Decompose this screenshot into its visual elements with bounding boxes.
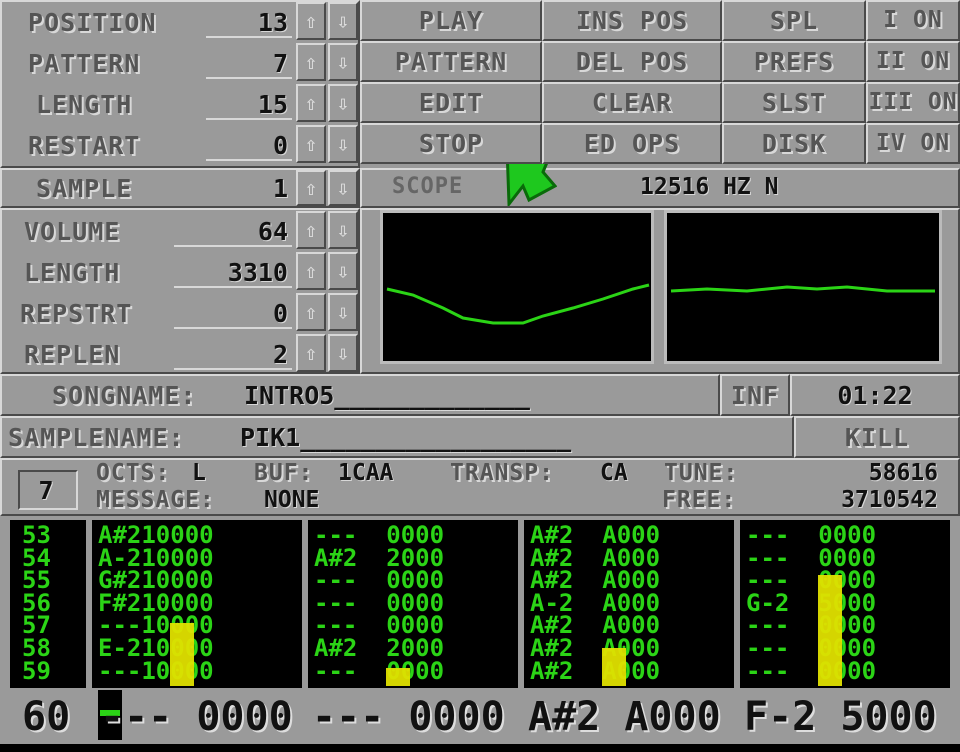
transp-label: TRANSP: (450, 460, 554, 486)
pattern-row-number: 59 (22, 656, 51, 685)
song-row-down-arrow-icon[interactable]: ⇩ (328, 2, 358, 40)
del-pos-button[interactable]: DEL POS (542, 41, 722, 82)
songname-field[interactable]: INTRO5_____________ (244, 383, 530, 408)
current-row-cell[interactable]: --- 0000 (312, 697, 505, 737)
edit-button[interactable]: EDIT (360, 82, 542, 123)
song-row-up-arrow-icon[interactable]: ⇧ (296, 43, 326, 81)
song-row-label-pattern: PATTERN (28, 49, 141, 78)
tune-value: 58616 (868, 460, 938, 486)
samplename-field[interactable]: PIK1__________________ (240, 425, 571, 450)
next-row-strip (0, 744, 960, 752)
octs-value: L (192, 460, 206, 486)
scope-left (380, 210, 654, 364)
play-button[interactable]: PLAY (360, 0, 542, 41)
sample-param-down-arrow-icon[interactable]: ⇩ (328, 334, 358, 372)
vu-meter-4 (818, 575, 842, 686)
sample-param-down-arrow-icon[interactable]: ⇩ (328, 293, 358, 331)
songname-label: SONGNAME: (52, 381, 197, 410)
disk-button[interactable]: DISK (722, 123, 866, 164)
sample-label: SAMPLE (36, 174, 133, 203)
channel-4-toggle[interactable]: IV ON (866, 123, 960, 164)
current-row-cell[interactable]: --- 0000 (100, 697, 293, 737)
sample-param-up-arrow-icon[interactable]: ⇧ (296, 211, 326, 249)
sample-down-arrow-icon[interactable]: ⇩ (328, 170, 358, 206)
channel-1-toggle[interactable]: I ON (866, 0, 960, 41)
current-row-number: 60 (22, 694, 71, 740)
song-row-label-restart: RESTART (28, 131, 141, 160)
song-row-value-length: 15 (257, 90, 288, 119)
tune-label: TUNE: (664, 460, 739, 486)
message-value: NONE (264, 487, 320, 513)
sample-param-value-replen: 2 (272, 340, 288, 369)
sample-param-value-volume: 64 (257, 217, 288, 246)
sample-value: 1 (272, 174, 288, 203)
stop-button[interactable]: STOP (360, 123, 542, 164)
song-row-value-pattern: 7 (272, 49, 288, 78)
pattern-cell[interactable]: --- 0000 (746, 659, 876, 682)
pattern-cell[interactable]: A#2 A000 (530, 659, 660, 682)
waveform-left (386, 283, 650, 325)
sample-up-arrow-icon[interactable]: ⇧ (296, 170, 326, 206)
sample-param-up-arrow-icon[interactable]: ⇧ (296, 293, 326, 331)
kill-button[interactable]: KILL (794, 416, 960, 458)
song-row-down-arrow-icon[interactable]: ⇩ (328, 125, 358, 163)
ins-pos-button[interactable]: INS POS (542, 0, 722, 41)
transp-value: CA (600, 460, 628, 486)
buf-label: BUF: (254, 460, 314, 486)
clear-button[interactable]: CLEAR (542, 82, 722, 123)
sample-param-label-volume: VOLUME (24, 217, 121, 246)
song-row-label-length: LENGTH (36, 90, 133, 119)
sample-param-down-arrow-icon[interactable]: ⇩ (328, 211, 358, 249)
free-value: 3710542 (841, 487, 938, 513)
song-row-up-arrow-icon[interactable]: ⇧ (296, 2, 326, 40)
scope-label: SCOPE (392, 174, 464, 199)
sample-param-down-arrow-icon[interactable]: ⇩ (328, 252, 358, 290)
vu-meter-1 (170, 623, 194, 686)
ed-ops-button[interactable]: ED OPS (542, 123, 722, 164)
current-row-cell[interactable]: F-2 5000 (744, 697, 937, 737)
song-row-up-arrow-icon[interactable]: ⇧ (296, 84, 326, 122)
song-row-value-position: 13 (257, 8, 288, 37)
scope-frequency: 12516 HZ N (640, 174, 779, 200)
sample-param-label-length: LENGTH (24, 258, 121, 287)
sample-param-value-repstrt: 0 (272, 299, 288, 328)
slst-button[interactable]: SLST (722, 82, 866, 123)
pattern-cell[interactable]: --- 0000 (314, 659, 444, 682)
buf-value: 1CAA (338, 460, 394, 486)
free-label: FREE: (662, 487, 737, 513)
song-row-down-arrow-icon[interactable]: ⇩ (328, 84, 358, 122)
spl-button[interactable]: SPL (722, 0, 866, 41)
pattern-button[interactable]: PATTERN (360, 41, 542, 82)
vu-meter-3 (602, 648, 626, 686)
song-row-down-arrow-icon[interactable]: ⇩ (328, 43, 358, 81)
sample-param-up-arrow-icon[interactable]: ⇧ (296, 334, 326, 372)
sample-param-up-arrow-icon[interactable]: ⇧ (296, 252, 326, 290)
sample-param-value-length: 3310 (227, 258, 288, 287)
sample-param-label-repstrt: REPSTRT (20, 299, 133, 328)
samplename-label: SAMPLENAME: (8, 423, 185, 452)
time-value: 01:22 (837, 381, 913, 410)
pattern-number-value: 7 (38, 476, 54, 505)
song-row-up-arrow-icon[interactable]: ⇧ (296, 125, 326, 163)
song-row-value-restart: 0 (272, 131, 288, 160)
pattern-cell[interactable]: ---10000 (98, 659, 214, 682)
waveform-right (670, 285, 935, 293)
sample-param-label-replen: REPLEN (24, 340, 121, 369)
inf-button[interactable]: INF (720, 374, 790, 416)
channel-3-toggle[interactable]: III ON (866, 82, 960, 123)
prefs-button[interactable]: PREFS (722, 41, 866, 82)
message-label: MESSAGE: (96, 487, 215, 513)
scope-right (664, 210, 942, 364)
channel-2-toggle[interactable]: II ON (866, 41, 960, 82)
vu-meter-2 (386, 668, 410, 686)
current-row-cell[interactable]: A#2 A000 (528, 697, 721, 737)
octs-label: OCTS: (96, 460, 171, 486)
song-row-label-position: POSITION (28, 8, 157, 37)
